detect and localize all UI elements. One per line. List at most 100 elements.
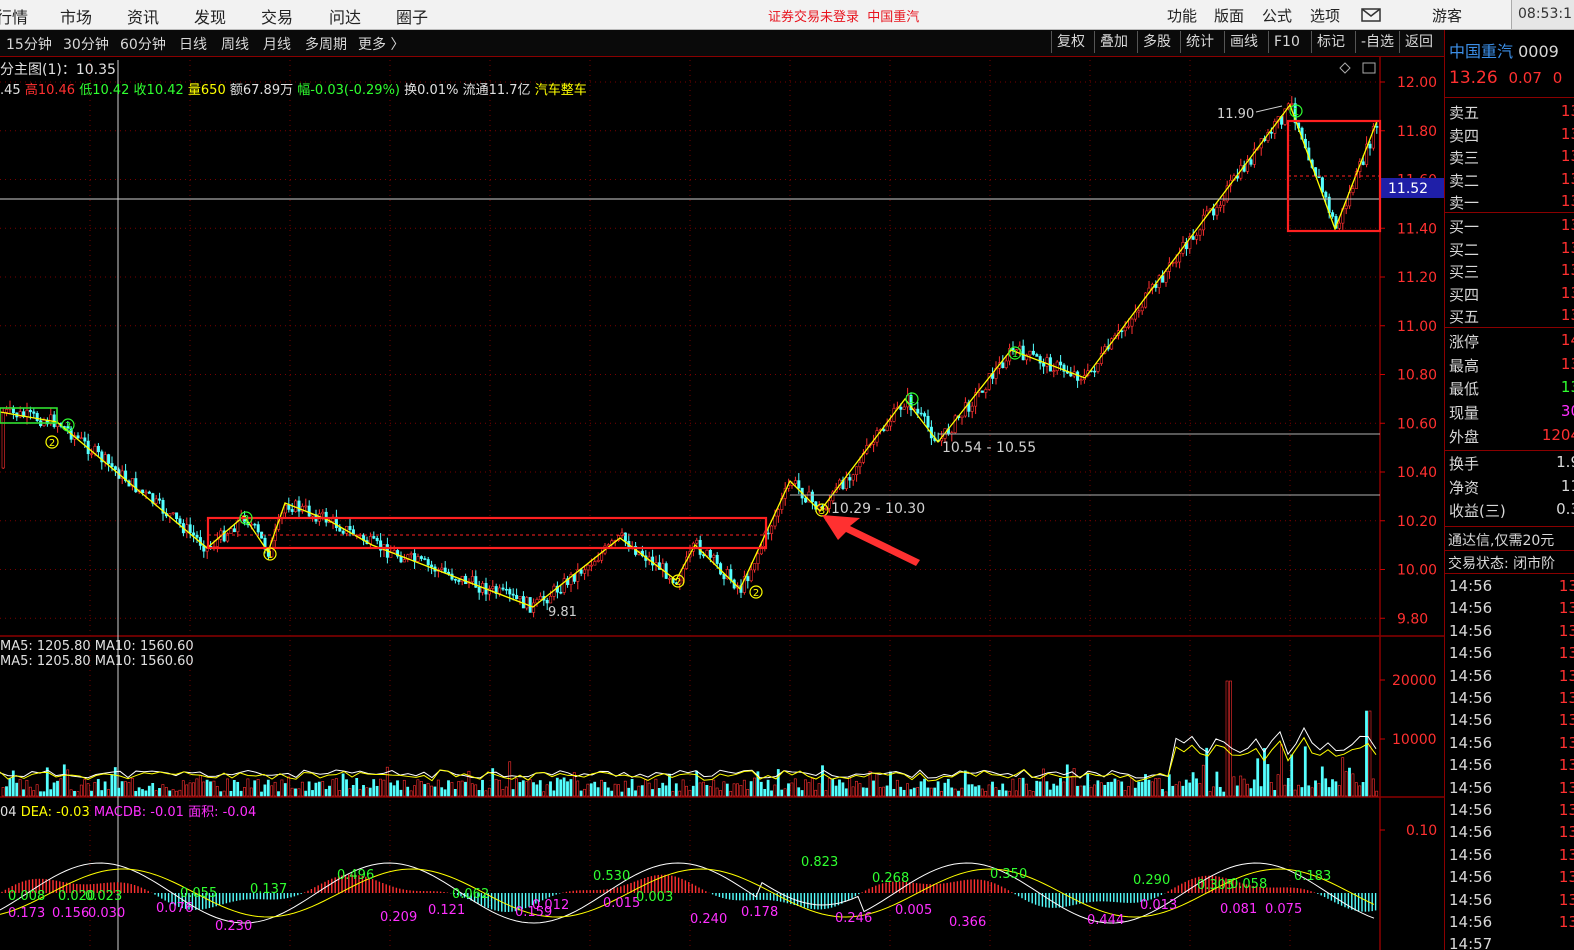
candle-body: [715, 554, 719, 564]
period-multi[interactable]: 多周期: [305, 34, 347, 54]
period-30min[interactable]: 30分钟: [63, 34, 109, 54]
volume-bar: [906, 783, 909, 797]
period-15min[interactable]: 15分钟: [6, 34, 52, 54]
mail-icon[interactable]: [1361, 8, 1381, 22]
volume-bar: [868, 771, 872, 797]
volume-bar: [589, 783, 593, 797]
macd-value-label: 0.366: [949, 915, 986, 930]
macd-value-label: 0.137: [250, 882, 287, 897]
volume-bar: [1235, 785, 1239, 797]
period-month[interactable]: 月线: [263, 34, 291, 54]
macd-value-label: 0.496: [337, 868, 374, 883]
tool-tongji[interactable]: 统计: [1180, 31, 1219, 53]
period-week[interactable]: 周线: [221, 34, 249, 54]
menu-hangqing[interactable]: 行情: [0, 4, 28, 28]
sell-level-price: 13: [1560, 124, 1574, 143]
clock: 08:53:1: [1511, 0, 1574, 29]
tool-fuquan[interactable]: 复权: [1051, 31, 1090, 53]
tool-zixuan[interactable]: -自选: [1355, 31, 1399, 53]
menu-faxian[interactable]: 发现: [194, 4, 226, 28]
period-day[interactable]: 日线: [179, 34, 207, 54]
volume-bar: [1150, 781, 1154, 797]
volume-bar: [532, 782, 535, 797]
macd-value: 04: [0, 805, 17, 820]
tool-huaxian[interactable]: 画线: [1224, 31, 1263, 53]
tool-diejia[interactable]: 叠加: [1094, 31, 1133, 53]
volume-bar: [484, 790, 488, 797]
candle-body: [1144, 292, 1148, 308]
volume-bar: [1249, 788, 1253, 797]
candle-body: [770, 525, 774, 534]
menu-formula[interactable]: 公式: [1262, 5, 1292, 26]
volume-bar: [851, 786, 855, 797]
menu-shichang[interactable]: 市场: [60, 4, 92, 28]
ohlc-low: 低10.42: [79, 83, 130, 98]
candle-body: [1368, 143, 1372, 149]
sector-label[interactable]: 汽车整车: [535, 83, 587, 98]
candle-body: [1055, 361, 1059, 372]
tool-biaoji[interactable]: 标记: [1311, 31, 1350, 53]
price-axis-label: 10.80: [1397, 368, 1437, 384]
menu-quanzi[interactable]: 圈子: [396, 4, 428, 28]
macd-macdb: MACDB: -0.01: [93, 805, 184, 820]
menu-zixun[interactable]: 资讯: [127, 4, 159, 28]
menu-options[interactable]: 选项: [1310, 5, 1340, 26]
volume-bar: [11, 770, 15, 797]
low-price-label: 9.81: [548, 605, 577, 620]
volume-bar: [1174, 784, 1178, 797]
menu-wenda[interactable]: 问达: [329, 4, 361, 28]
volume-bar: [586, 783, 590, 797]
guest-label[interactable]: 游客: [1432, 5, 1462, 26]
period-more[interactable]: 更多 〉: [358, 34, 404, 54]
macd-value-label: 0.444: [1087, 913, 1124, 928]
tick-time: 14:56: [1449, 823, 1493, 842]
stat-label: 收益(三): [1449, 502, 1506, 521]
volume-bar: [1018, 778, 1022, 797]
volume-bar: [555, 777, 559, 797]
menu-jiaoyi[interactable]: 交易: [261, 4, 293, 28]
volume-bar: [348, 788, 352, 797]
candle-body: [287, 504, 291, 510]
stat-value: 1.9: [1556, 453, 1574, 471]
tool-duogu[interactable]: 多股: [1137, 31, 1176, 53]
volume-bar: [960, 787, 964, 797]
volume-bar: [583, 788, 586, 797]
ad-text[interactable]: 通达信,仅需20元: [1448, 530, 1554, 550]
candle-body: [810, 491, 814, 503]
volume-bar: [263, 784, 267, 797]
volume-axis-label: 20000: [1392, 673, 1437, 689]
candle-body: [178, 518, 182, 524]
volume-bar: [1106, 782, 1110, 797]
volume-bar: [90, 790, 93, 797]
volume-bar: [596, 787, 600, 797]
volume-bar: [821, 765, 824, 797]
volume-bar: [447, 780, 450, 797]
volume-bar: [300, 781, 304, 797]
volume-bar: [617, 784, 620, 797]
tick-time: 14:56: [1449, 711, 1493, 730]
wave-marker-number: 1: [267, 550, 273, 561]
volume-bar: [287, 776, 291, 797]
tool-f10[interactable]: F10: [1268, 31, 1305, 53]
volume-bar: [929, 787, 933, 797]
period-60min[interactable]: 60分钟: [120, 34, 166, 54]
stat-label: 净资: [1449, 478, 1480, 497]
quote-title[interactable]: 中国重汽 0009: [1449, 38, 1559, 62]
volume-bar: [1164, 791, 1168, 797]
volume-bar: [974, 786, 977, 797]
volume-bar: [681, 779, 685, 797]
menu-function[interactable]: 功能: [1167, 5, 1197, 26]
volume-bar: [56, 780, 59, 797]
volume-bar: [1025, 783, 1028, 797]
sell-level-price: 13: [1560, 192, 1574, 210]
volume-bar: [702, 781, 705, 797]
tool-back[interactable]: 返回: [1399, 31, 1438, 53]
login-notice[interactable]: 证券交易未登录 中国重汽: [768, 6, 919, 25]
macd-value-label: 0.055: [180, 886, 217, 901]
volume-bar: [814, 789, 818, 797]
volume-bar: [1110, 781, 1113, 797]
tick-price: 13: [1558, 913, 1574, 931]
menu-layout[interactable]: 版面: [1214, 5, 1244, 26]
volume-bar: [793, 778, 797, 797]
volume-bar: [297, 788, 301, 797]
